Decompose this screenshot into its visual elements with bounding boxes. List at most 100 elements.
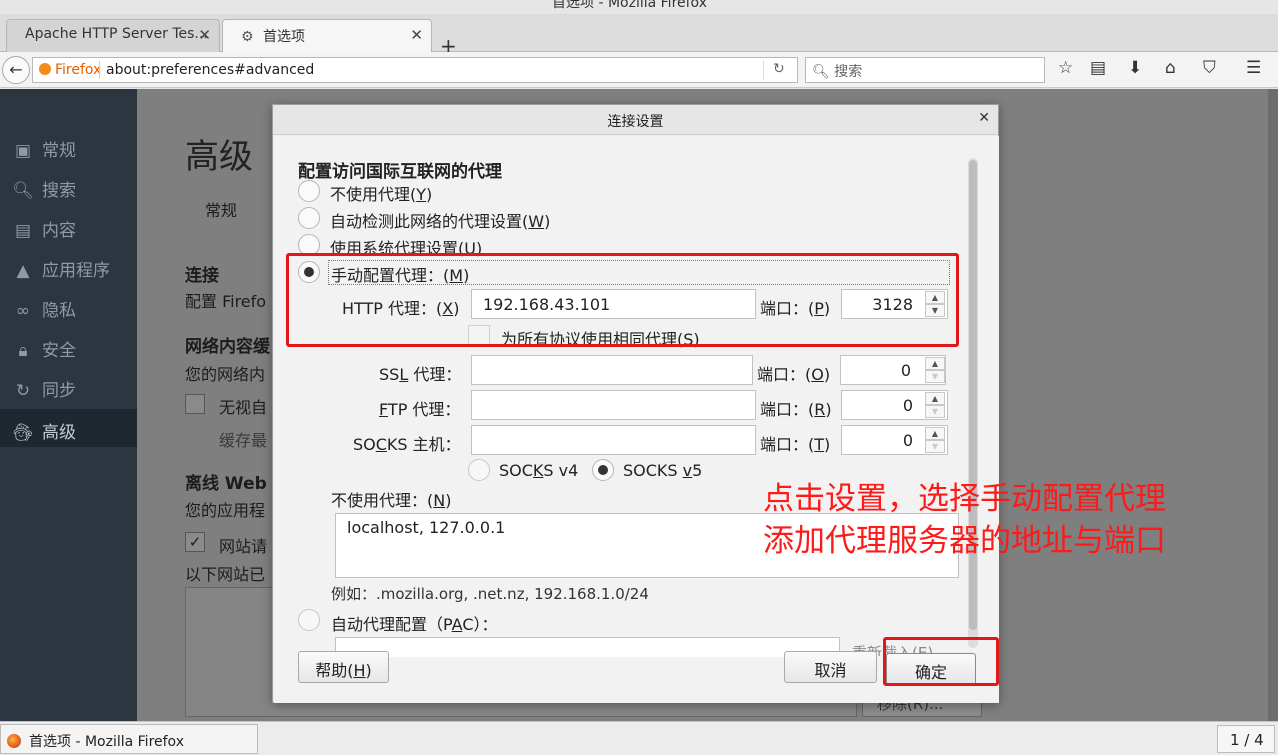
identity-box[interactable]: Firefox <box>39 62 101 78</box>
lock-icon: 🔒︎ <box>18 341 28 361</box>
connection-settings-dialog: 连接设置 ✕ 配置访问国际互联网的代理 不使用代理(Y) 自动检测此网络的代理设… <box>272 104 999 703</box>
no-proxy-for-label: 不使用代理：(N) <box>331 491 452 510</box>
download-arrow-icon[interactable]: ⬇ <box>1128 58 1142 78</box>
dialog-scrollbar[interactable] <box>968 158 978 648</box>
radio-pac[interactable] <box>298 609 320 631</box>
sidebar-item-general[interactable]: ▣ 常规 <box>0 127 137 165</box>
search-icon: 🔍︎ <box>12 181 34 201</box>
sidebar-item-applications[interactable]: ▲ 应用程序 <box>0 247 137 285</box>
ftp-proxy-input[interactable] <box>471 390 756 420</box>
general-icon: ▣ <box>14 141 32 161</box>
content-icon: ▤ <box>14 221 32 241</box>
workspace-pager[interactable]: 1 / 4 <box>1217 725 1275 753</box>
sidebar-item-privacy[interactable]: ∞ 隐私 <box>0 287 137 325</box>
home-icon[interactable]: ⌂ <box>1165 58 1176 78</box>
window-title: 首选项 - Mozilla Firefox <box>552 0 707 11</box>
sidebar-item-label: 隐私 <box>42 301 76 321</box>
stepper-up-icon[interactable]: ▲ <box>925 392 945 405</box>
tab-apache[interactable]: Apache HTTP Server Tes... ✕ <box>6 19 220 52</box>
ssl-port-stepper[interactable]: ▲ ▼ <box>925 357 945 383</box>
radio-socks-v4[interactable] <box>468 459 490 481</box>
close-icon[interactable]: ✕ <box>978 110 990 126</box>
dialog-body: 配置访问国际互联网的代理 不使用代理(Y) 自动检测此网络的代理设置(W) 使用… <box>274 136 999 703</box>
gear-icon: ⚙ <box>241 29 254 45</box>
radio-auto-detect[interactable] <box>298 207 320 229</box>
search-input[interactable]: 🔍︎ 搜索 <box>805 57 1045 83</box>
connection-description: 配置 Firefo <box>185 292 267 311</box>
sidebar-item-label: 安全 <box>42 341 76 361</box>
ssl-port-label: 端口：(O) <box>757 365 831 384</box>
sidebar-item-advanced[interactable]: 🧙︎ 高级 <box>0 409 137 447</box>
sidebar-item-security[interactable]: 🔒︎ 安全 <box>0 327 137 365</box>
bookmark-star-icon[interactable]: ☆ <box>1058 58 1073 78</box>
radio-socks-v5[interactable] <box>592 459 614 481</box>
hamburger-menu-icon[interactable]: ☰ <box>1246 58 1261 78</box>
stepper-down-icon[interactable]: ▼ <box>925 405 945 418</box>
socks-port-stepper[interactable]: ▲ ▼ <box>925 427 945 453</box>
ftp-port-stepper[interactable]: ▲ ▼ <box>925 392 945 418</box>
subtab-general[interactable]: 常规 <box>205 197 237 221</box>
window-titlebar: 首选项 - Mozilla Firefox <box>0 0 1278 14</box>
back-arrow-icon[interactable]: ← <box>2 56 30 84</box>
manual-proxy-highlight-box <box>286 253 959 347</box>
stepper-down-icon[interactable]: ▼ <box>925 440 945 453</box>
socks-v4-label: SOCKS v4 <box>499 461 579 480</box>
sidebar-item-label: 内容 <box>42 221 76 241</box>
tab-bar: Apache HTTP Server Tes... ✕ ⚙ 首选项 ✕ + <box>0 14 1278 58</box>
sidebar-item-search[interactable]: 🔍︎ 搜索 <box>0 167 137 205</box>
stepper-up-icon[interactable]: ▲ <box>925 427 945 440</box>
sidebar-item-label: 常规 <box>42 141 76 161</box>
ok-button-highlight-box <box>883 637 999 686</box>
page-scrollbar[interactable] <box>1268 89 1278 721</box>
ssl-proxy-input[interactable] <box>471 355 753 385</box>
pac-label: 自动代理配置（PAC）： <box>331 615 498 634</box>
offline-web-description: 您的应用程 <box>185 501 266 520</box>
url-separator <box>99 61 100 79</box>
search-placeholder: 搜索 <box>834 64 863 80</box>
sidebar-item-content[interactable]: ▤ 内容 <box>0 207 137 245</box>
dialog-title: 连接设置 <box>607 114 664 130</box>
preferences-sidebar: ▣ 常规 🔍︎ 搜索 ▤ 内容 ▲ 应用程序 ∞ 隐私 🔒︎ 安全 ↻ 同步 🧙︎ 高级 <box>0 89 137 721</box>
sync-icon: ↻ <box>15 381 31 401</box>
socks-host-input[interactable] <box>471 425 756 455</box>
sites-list-label: 以下网站已 <box>185 565 266 584</box>
stepper-up-icon[interactable]: ▲ <box>925 357 945 370</box>
sidebar-item-sync[interactable]: ↻ 同步 <box>0 367 137 405</box>
network-cache-heading: 网络内容缓 <box>185 337 270 357</box>
cancel-button[interactable]: 取消 <box>784 651 877 683</box>
pocket-icon[interactable]: ⛉ <box>1203 58 1216 78</box>
stepper-down-icon[interactable]: ▼ <box>925 370 945 383</box>
dialog-titlebar: 连接设置 ✕ <box>273 105 998 135</box>
help-button[interactable]: 帮助(H) <box>298 651 389 683</box>
url-bar[interactable]: Firefox about:preferences#advanced ↻ <box>32 57 798 83</box>
tab-preferences[interactable]: ⚙ 首选项 ✕ <box>222 19 432 52</box>
tab-close-icon[interactable]: ✕ <box>410 26 423 44</box>
reading-list-icon[interactable]: ▤ <box>1090 58 1106 78</box>
ftp-port-label: 端口：(R) <box>760 400 832 419</box>
pac-url-input[interactable] <box>335 637 840 657</box>
cache-limit-label: 缓存最 <box>219 431 268 450</box>
socks-v5-label: SOCKS v5 <box>623 461 703 480</box>
taskbar-window-label: 首选项 - Mozilla Firefox <box>29 734 184 750</box>
firefox-icon <box>39 63 51 75</box>
site-request-label: 网站请 <box>219 537 268 556</box>
ssl-proxy-label: SSL 代理： <box>379 365 462 384</box>
sidebar-item-label: 高级 <box>42 423 76 443</box>
url-text[interactable]: about:preferences#advanced <box>106 62 314 78</box>
override-cache-checkbox[interactable] <box>185 394 205 414</box>
tab-close-icon[interactable]: ✕ <box>198 26 211 44</box>
network-cache-description: 您的网络内 <box>185 365 266 384</box>
radio-no-proxy[interactable] <box>298 180 320 202</box>
taskbar-window-button[interactable]: 首选项 - Mozilla Firefox <box>0 724 258 754</box>
auto-detect-label: 自动检测此网络的代理设置(W) <box>330 212 551 231</box>
site-request-checkbox[interactable]: ✓ <box>185 532 205 552</box>
sidebar-item-label: 同步 <box>42 381 76 401</box>
socks-host-label: SOCKS 主机： <box>353 435 461 454</box>
advanced-icon: 🧙︎ <box>12 423 34 443</box>
sidebar-item-label: 搜索 <box>42 181 76 201</box>
socks-port-label: 端口：(T) <box>760 435 831 454</box>
offline-web-heading: 离线 Web <box>185 474 267 494</box>
reload-icon[interactable]: ↻ <box>773 61 785 77</box>
tab-apache-label: Apache HTTP Server Tes... <box>25 26 208 42</box>
firefox-icon <box>7 734 21 748</box>
